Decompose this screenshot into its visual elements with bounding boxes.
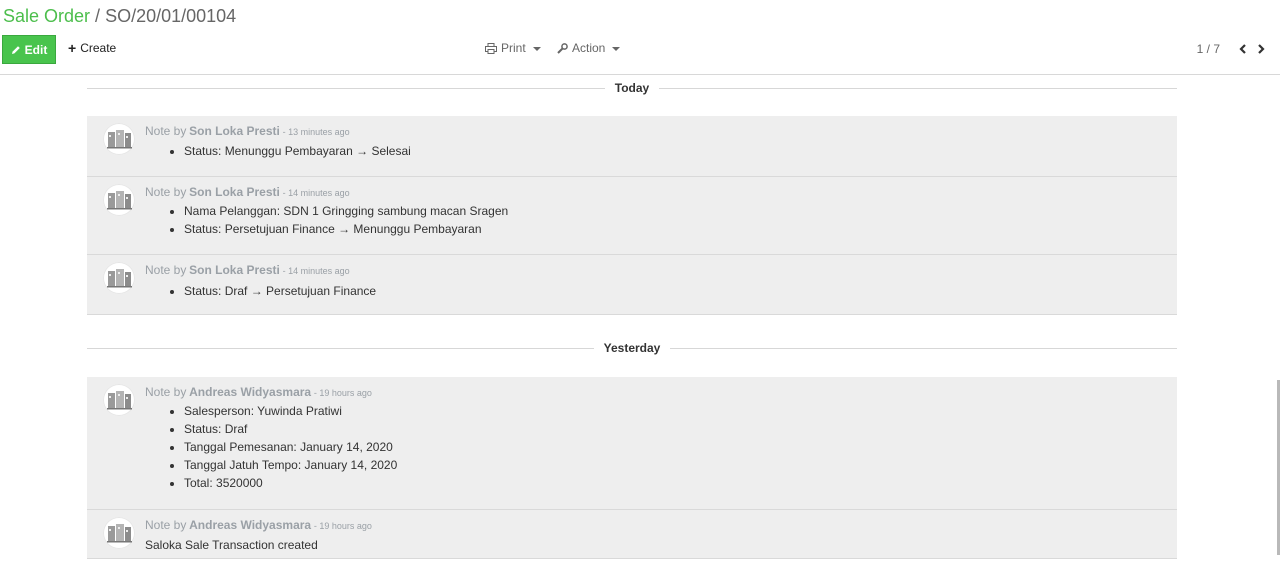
message-date: - 19 hours ago bbox=[313, 388, 372, 398]
action-label: Action bbox=[572, 41, 606, 55]
tracking-values: Status: Menunggu Pembayaran → Selesai bbox=[167, 142, 411, 160]
print-icon bbox=[485, 42, 497, 54]
message-date: - 13 minutes ago bbox=[282, 127, 350, 137]
edit-button[interactable]: Edit bbox=[2, 35, 56, 64]
chevron-right-icon bbox=[1258, 44, 1265, 54]
create-button[interactable]: + Create bbox=[68, 41, 116, 55]
message-type: Note by bbox=[145, 185, 187, 199]
chatter-message: Note by Son Loka Presti - 14 minutes ago… bbox=[87, 255, 1177, 315]
message-header: Note by Son Loka Presti - 14 minutes ago bbox=[145, 263, 350, 277]
date-separator-yesterday: Yesterday bbox=[87, 337, 1177, 359]
print-label: Print bbox=[501, 41, 526, 55]
tracking-value: Status: Persetujuan Finance → Menunggu P… bbox=[184, 220, 508, 238]
company-avatar-icon bbox=[107, 391, 132, 410]
action-dropdown[interactable]: Action bbox=[557, 41, 621, 55]
separator-line bbox=[659, 87, 1178, 89]
message-author[interactable]: Andreas Widyasmara bbox=[189, 385, 311, 399]
company-avatar-icon bbox=[107, 524, 132, 543]
avatar[interactable] bbox=[103, 123, 135, 155]
print-dropdown[interactable]: Print bbox=[485, 41, 541, 55]
create-button-label: Create bbox=[80, 41, 117, 55]
company-avatar-icon bbox=[107, 269, 132, 288]
chevron-down-icon bbox=[532, 46, 541, 51]
tracking-value: Status: Draf bbox=[184, 420, 397, 438]
message-type: Note by bbox=[145, 124, 187, 138]
tracking-value: Total: 3520000 bbox=[184, 474, 397, 492]
breadcrumb-sale-order-link[interactable]: Sale Order bbox=[3, 6, 90, 26]
chatter-message: Note by Son Loka Presti - 13 minutes ago… bbox=[87, 116, 1177, 177]
pencil-icon bbox=[11, 45, 20, 54]
message-header: Note by Son Loka Presti - 14 minutes ago bbox=[145, 185, 350, 199]
message-date: - 19 hours ago bbox=[313, 521, 372, 531]
avatar[interactable] bbox=[103, 184, 135, 216]
chatter-thread: Today Note by Son Loka Presti - 13 minut… bbox=[0, 75, 1280, 571]
pager: 1 / 7 bbox=[1197, 41, 1270, 57]
edit-button-label: Edit bbox=[24, 42, 48, 57]
avatar[interactable] bbox=[103, 384, 135, 416]
message-type: Note by bbox=[145, 518, 187, 532]
message-author[interactable]: Son Loka Presti bbox=[189, 263, 280, 277]
message-type: Note by bbox=[145, 263, 187, 277]
plus-icon: + bbox=[68, 40, 77, 56]
date-label: Today bbox=[614, 81, 650, 95]
pager-next-button[interactable] bbox=[1252, 41, 1270, 57]
message-type: Note by bbox=[145, 385, 187, 399]
pager-value[interactable]: 1 / 7 bbox=[1197, 42, 1220, 56]
date-separator-today: Today bbox=[87, 77, 1178, 99]
tracking-values: Salesperson: Yuwinda Pratiwi Status: Dra… bbox=[167, 402, 397, 492]
message-header: Note by Son Loka Presti - 13 minutes ago bbox=[145, 124, 350, 138]
separator-line bbox=[670, 347, 1177, 349]
breadcrumb-current: SO/20/01/00104 bbox=[105, 6, 237, 26]
breadcrumb-separator: / bbox=[95, 6, 101, 26]
chatter-message: Note by Son Loka Presti - 14 minutes ago… bbox=[87, 177, 1177, 255]
date-label: Yesterday bbox=[603, 341, 661, 355]
tracking-values: Status: Draf → Persetujuan Finance bbox=[167, 282, 376, 300]
message-author[interactable]: Son Loka Presti bbox=[189, 124, 280, 138]
message-author[interactable]: Andreas Widyasmara bbox=[189, 518, 311, 532]
tracking-value: Status: Draf → Persetujuan Finance bbox=[184, 282, 376, 300]
tracking-value: Tanggal Pemesanan: January 14, 2020 bbox=[184, 438, 397, 456]
company-avatar-icon bbox=[107, 191, 132, 210]
message-header: Note by Andreas Widyasmara - 19 hours ag… bbox=[145, 385, 372, 399]
company-avatar-icon bbox=[107, 130, 132, 149]
tracking-value: Tanggal Jatuh Tempo: January 14, 2020 bbox=[184, 456, 397, 474]
message-body: Saloka Sale Transaction created bbox=[145, 538, 318, 552]
tracking-values: Nama Pelanggan: SDN 1 Gringging sambung … bbox=[167, 202, 508, 238]
separator-line bbox=[87, 87, 605, 89]
separator-line bbox=[87, 347, 594, 349]
chevron-left-icon bbox=[1239, 44, 1246, 54]
breadcrumb: Sale Order / SO/20/01/00104 bbox=[3, 6, 236, 27]
message-author[interactable]: Son Loka Presti bbox=[189, 185, 280, 199]
avatar[interactable] bbox=[103, 517, 135, 549]
message-header: Note by Andreas Widyasmara - 19 hours ag… bbox=[145, 518, 372, 532]
control-panel: Sale Order / SO/20/01/00104 Edit + Create … bbox=[0, 0, 1280, 75]
chevron-down-icon bbox=[612, 46, 621, 51]
chatter-message: Note by Andreas Widyasmara - 19 hours ag… bbox=[87, 510, 1177, 559]
chatter-message: Note by Andreas Widyasmara - 19 hours ag… bbox=[87, 377, 1177, 510]
pager-previous-button[interactable] bbox=[1234, 41, 1252, 57]
avatar[interactable] bbox=[103, 262, 135, 294]
tracking-value: Nama Pelanggan: SDN 1 Gringging sambung … bbox=[184, 202, 508, 220]
message-date: - 14 minutes ago bbox=[282, 188, 350, 198]
message-date: - 14 minutes ago bbox=[282, 266, 350, 276]
tracking-value: Salesperson: Yuwinda Pratiwi bbox=[184, 402, 397, 420]
tracking-value: Status: Menunggu Pembayaran → Selesai bbox=[184, 142, 411, 160]
wrench-icon bbox=[557, 42, 568, 54]
